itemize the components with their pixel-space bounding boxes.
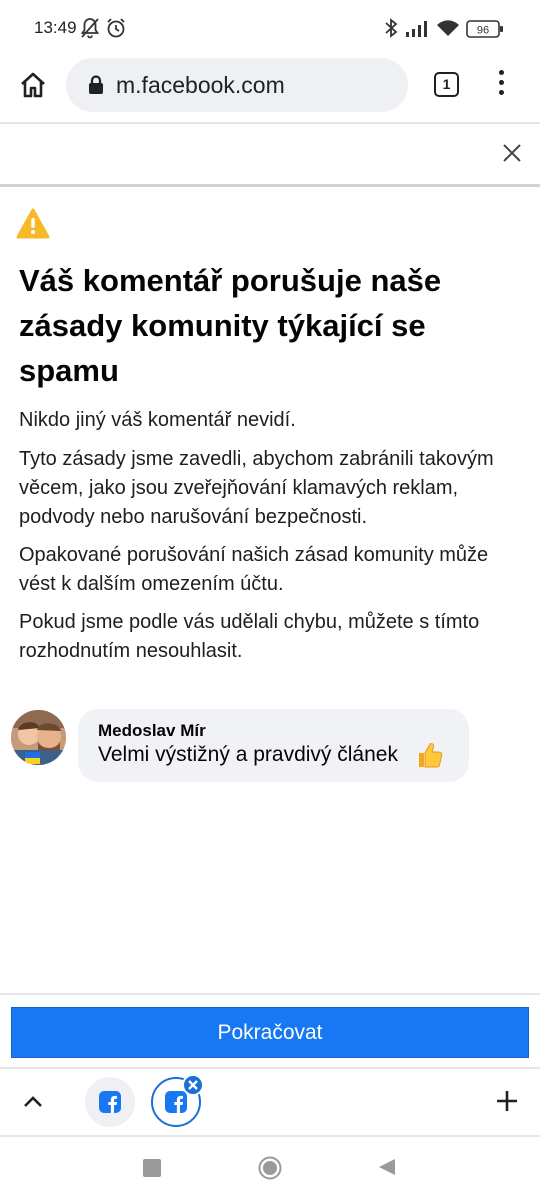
expand-tabs-button[interactable] <box>20 1089 46 1115</box>
home-nav-button[interactable] <box>258 1156 282 1185</box>
more-menu-icon <box>498 70 504 75</box>
notice-paragraph: Opakované porušování našich zásad komuni… <box>19 544 489 595</box>
battery-level: 96 <box>477 25 489 37</box>
mute-bell-icon <box>80 17 100 44</box>
close-tab-button[interactable] <box>182 1074 204 1096</box>
close-button[interactable] <box>500 141 524 165</box>
more-menu-button[interactable] <box>490 70 512 100</box>
new-tab-button[interactable] <box>495 1089 519 1113</box>
wifi-icon <box>436 19 460 42</box>
facebook-icon <box>165 1091 187 1113</box>
url-text: m.facebook.com <box>116 72 285 98</box>
notice-paragraph: Pokud jsme podle vás udělali chybu, může… <box>19 611 480 662</box>
back-button[interactable] <box>377 1157 397 1182</box>
plus-icon <box>497 1091 517 1111</box>
close-icon <box>188 1080 198 1090</box>
circle-home-icon <box>258 1156 282 1180</box>
tab-facebook-1[interactable] <box>85 1077 135 1127</box>
divider <box>0 122 540 124</box>
back-triangle-icon <box>379 1159 395 1175</box>
comment-text: Velmi výstižný a pravdivý článek <box>98 743 398 766</box>
signal-icon <box>405 20 431 43</box>
notice-paragraph: Nikdo jiný váš komentář nevidí. <box>19 409 296 431</box>
bluetooth-icon <box>384 17 398 44</box>
chevron-up-icon <box>24 1096 42 1107</box>
close-icon <box>503 144 521 162</box>
address-bar[interactable]: m.facebook.com <box>66 58 408 112</box>
alarm-icon <box>105 17 127 44</box>
lock-icon <box>88 75 104 100</box>
home-icon <box>21 72 45 98</box>
battery-icon: 96 <box>466 20 504 43</box>
comment-bubble: Medoslav Mír Velmi výstižný a pravdivý č… <box>78 709 469 782</box>
page-title: Váš komentář porušuje naše zásady komuni… <box>19 263 442 388</box>
divider <box>0 993 540 995</box>
recents-button[interactable] <box>143 1159 161 1177</box>
continue-button[interactable]: Pokračovat <box>11 1007 529 1058</box>
system-navigation <box>0 1137 540 1200</box>
tab-strip <box>0 1069 540 1135</box>
warning-icon <box>16 208 50 244</box>
facebook-icon <box>99 1091 121 1113</box>
status-bar: 13:49 96 <box>0 0 540 58</box>
thumbs-up-icon <box>416 741 444 774</box>
status-time: 13:49 <box>34 18 77 37</box>
browser-toolbar: m.facebook.com 1 <box>0 58 540 124</box>
notice-paragraph: Tyto zásady jsme zavedli, abychom zabrán… <box>19 448 494 528</box>
home-button[interactable] <box>14 66 52 104</box>
avatar <box>11 710 66 765</box>
page: 13:49 96 m.facebook.com 1 Váš komentář p… <box>0 0 540 1200</box>
divider <box>0 184 540 187</box>
tab-switcher-button[interactable]: 1 <box>434 72 459 97</box>
comment-author: Medoslav Mír <box>98 721 206 740</box>
